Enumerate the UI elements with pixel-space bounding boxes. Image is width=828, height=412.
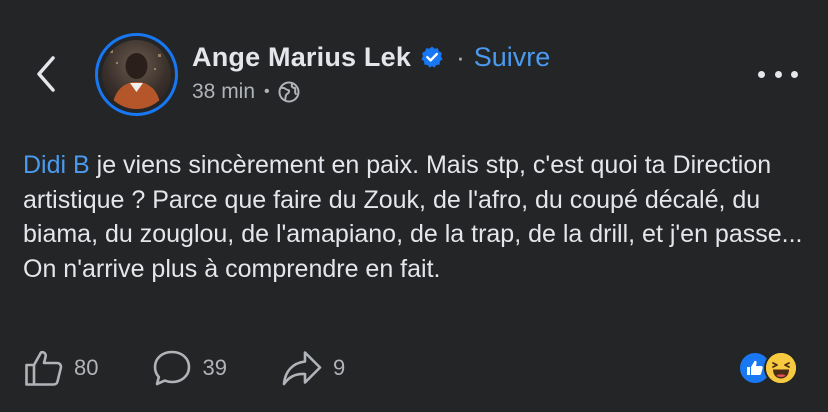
post-meta: 38 min • <box>192 78 300 106</box>
post-text: je viens sincèrement en paix. Mais stp, … <box>23 151 803 283</box>
more-options-button[interactable] <box>758 62 798 86</box>
verified-badge-icon <box>420 45 444 69</box>
like-count: 80 <box>74 355 99 380</box>
author-name[interactable]: Ange Marius Lek <box>192 42 411 73</box>
more-dot-icon <box>758 70 765 78</box>
separator-dot: · <box>456 41 465 72</box>
comment-button[interactable]: 39 <box>152 349 227 387</box>
post-header: Ange Marius Lek · Suivre <box>192 40 550 74</box>
mention-link[interactable]: Didi B <box>23 151 90 179</box>
share-arrow-icon <box>282 351 322 386</box>
globe-icon <box>278 81 300 103</box>
share-count: 9 <box>332 355 346 380</box>
avatar-photo <box>102 40 171 109</box>
thumbs-up-icon <box>25 350 63 386</box>
share-button[interactable]: 9 <box>281 349 345 387</box>
author-avatar[interactable] <box>95 33 178 116</box>
like-button[interactable]: 80 <box>24 349 98 387</box>
comment-count: 39 <box>202 355 227 380</box>
facebook-post: Ange Marius Lek · Suivre 38 min • Didi B… <box>0 0 828 412</box>
more-dot-icon <box>791 70 798 78</box>
chevron-left-icon <box>37 56 55 92</box>
meta-separator: • <box>264 83 270 100</box>
action-bar: 80 39 9 <box>24 348 399 388</box>
follow-button[interactable]: Suivre <box>474 42 551 73</box>
comment-bubble-icon <box>154 350 191 386</box>
more-dot-icon <box>774 70 782 78</box>
post-timestamp[interactable]: 38 min <box>192 80 255 104</box>
reactions-summary[interactable] <box>738 351 808 385</box>
haha-reaction-icon <box>764 351 798 385</box>
back-button[interactable] <box>26 52 66 96</box>
post-body: Didi B je viens sincèrement en paix. Mai… <box>23 148 808 286</box>
